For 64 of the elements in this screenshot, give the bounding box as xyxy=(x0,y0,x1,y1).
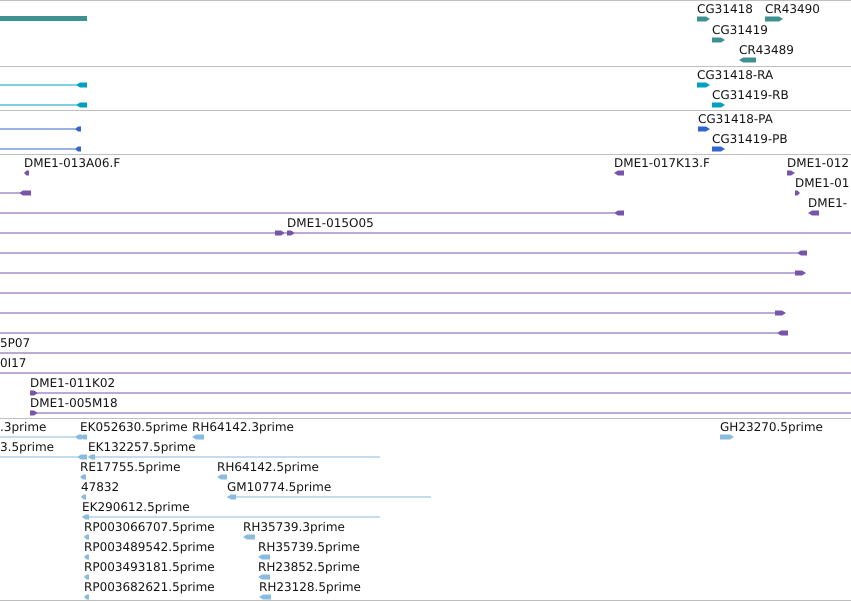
feature-label: DME1-015O05 xyxy=(287,216,374,230)
feature-arrow[interactable] xyxy=(787,170,795,176)
feature-label: DME1-012 xyxy=(787,156,850,170)
feature-label: 3.5prime xyxy=(0,440,54,454)
feature-arrow[interactable] xyxy=(0,270,806,276)
feature-arrow[interactable] xyxy=(0,126,81,132)
feature-arrow[interactable] xyxy=(697,16,710,22)
feature-label: RH23128.5prime xyxy=(259,580,361,594)
feature-label: CG31419-RB xyxy=(712,88,789,102)
feature-arrow[interactable] xyxy=(24,170,29,176)
feature-arrow[interactable] xyxy=(0,82,87,88)
feature-label: DME1-005M18 xyxy=(30,396,118,410)
feature-arrow[interactable] xyxy=(0,190,31,196)
feature-label: GH23270.5prime xyxy=(720,420,823,434)
feature-label: 5P07 xyxy=(0,336,30,350)
feature-label: EK052630.5prime xyxy=(80,420,188,434)
feature-label: RP003066707.5prime xyxy=(84,520,215,534)
feature-arrow[interactable] xyxy=(0,230,851,236)
feature-label: CG31419 xyxy=(712,23,768,37)
feature-label: CR43489 xyxy=(739,43,794,57)
feature-label: RH23852.5prime xyxy=(258,560,360,574)
feature-arrow[interactable] xyxy=(697,82,710,88)
feature-label: RP003682621.5prime xyxy=(84,580,215,594)
feature-arrow[interactable] xyxy=(739,58,756,62)
feature-arrow[interactable] xyxy=(712,146,725,152)
feature-label: RH64142.3prime xyxy=(192,420,294,434)
feature-arrow[interactable] xyxy=(765,16,783,22)
feature-label: DME1-01 xyxy=(795,176,850,190)
feature-arrow[interactable] xyxy=(614,170,624,176)
feature-label: RP003493181.5prime xyxy=(84,560,215,574)
feature-label: CG31418-RA xyxy=(697,68,774,82)
feature-label: .3prime xyxy=(0,420,46,434)
feature-label: RH64142.5prime xyxy=(217,460,319,474)
feature-arrow[interactable] xyxy=(712,38,725,42)
feature-arrow[interactable] xyxy=(0,330,788,336)
feature-label: RH35739.3prime xyxy=(243,520,345,534)
feature-label: RP003489542.5prime xyxy=(84,540,215,554)
feature-arrow[interactable] xyxy=(0,146,81,152)
feature-label: RE17755.5prime xyxy=(80,460,180,474)
feature-label: DME1-017K13.F xyxy=(614,156,710,170)
feature-label: EK132257.5prime xyxy=(88,440,196,454)
feature-label: CG31418-PA xyxy=(698,112,773,126)
feature-arrow[interactable] xyxy=(30,410,851,416)
feature-arrow[interactable] xyxy=(808,210,819,216)
feature-arrow[interactable] xyxy=(30,390,851,396)
feature-arrow[interactable] xyxy=(0,102,87,108)
feature-label: RH35739.5prime xyxy=(258,540,360,554)
feature-label: CG31419-PB xyxy=(712,132,788,146)
feature-label: 0I17 xyxy=(0,356,26,370)
feature-arrow[interactable] xyxy=(0,310,786,316)
feature-arrow[interactable] xyxy=(0,210,624,216)
feature-label: GM10774.5prime xyxy=(227,480,332,494)
feature-arrow[interactable] xyxy=(698,126,710,132)
feature-arrow[interactable] xyxy=(712,102,725,108)
feature-arrow[interactable] xyxy=(287,230,295,236)
feature-label: CG31418 xyxy=(697,2,753,16)
feature-label: DME1- xyxy=(808,196,848,210)
feature-arrow[interactable] xyxy=(0,250,807,256)
feature-label: DME1-013A06.F xyxy=(24,156,120,170)
feature-label: DME1-011K02 xyxy=(30,376,116,390)
feature-arrow[interactable] xyxy=(795,190,800,196)
feature-label: EK290612.5prime xyxy=(82,500,190,514)
feature-label: 47832 xyxy=(81,480,120,494)
feature-label: CR43490 xyxy=(765,2,820,16)
